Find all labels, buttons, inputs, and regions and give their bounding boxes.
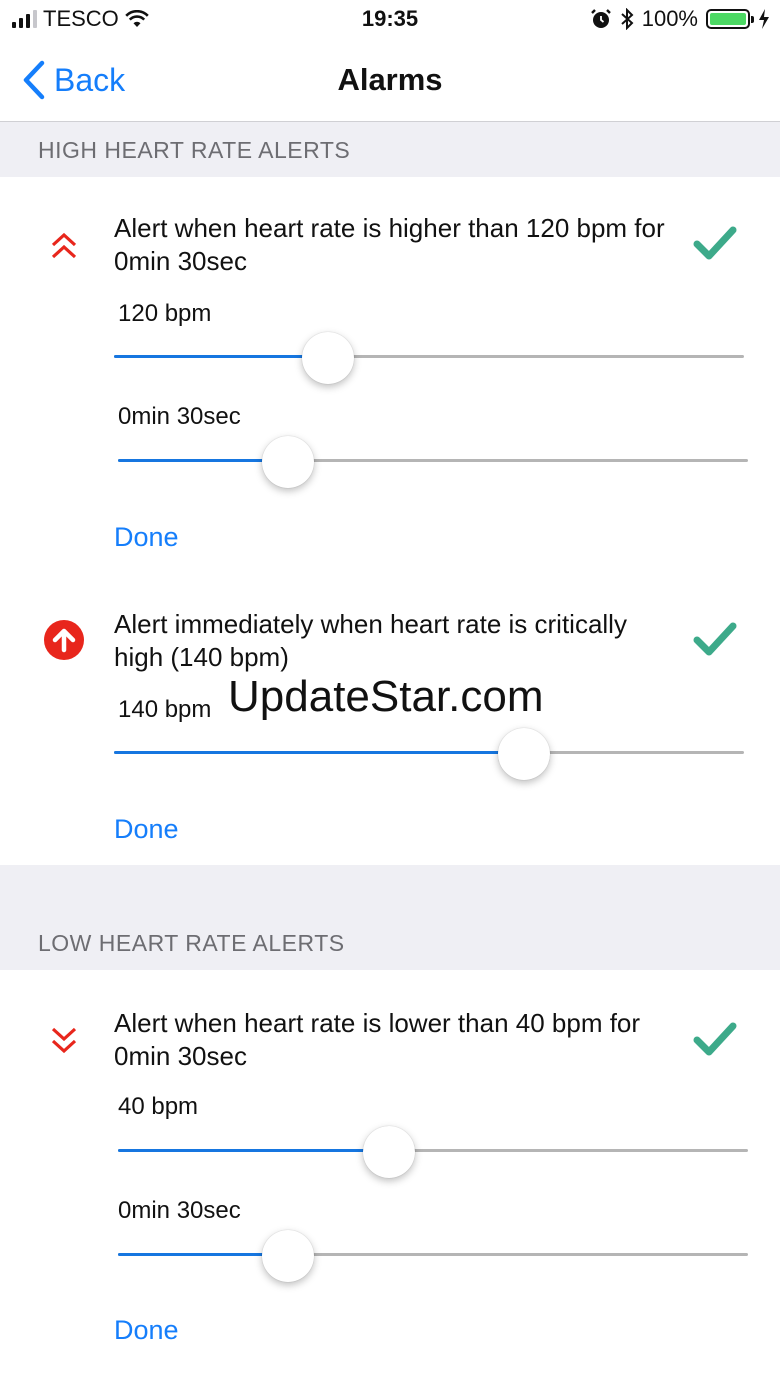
slider-thumb[interactable] (262, 436, 315, 488)
section-header-high: HIGH HEART RATE ALERTS (0, 122, 780, 177)
high-duration-value: 0min 30sec (118, 403, 241, 430)
battery-percent: 100% (641, 6, 698, 31)
low-bpm-slider[interactable] (118, 1121, 748, 1181)
done-button[interactable]: Done (114, 1315, 179, 1346)
high-bpm-value: 120 bpm (118, 300, 212, 327)
nav-bar: Back Alarms (0, 40, 780, 122)
section-header-low: LOW HEART RATE ALERTS (0, 865, 780, 970)
double-chevron-down-icon (42, 1018, 86, 1062)
alarm-clock-icon (590, 9, 611, 28)
low-duration-value: 0min 30sec (118, 1197, 241, 1224)
charging-icon (759, 9, 769, 29)
critical-bpm-value: 140 bpm (118, 696, 212, 723)
arrow-up-circle-icon (42, 618, 86, 662)
critical-alert-description: Alert immediately when heart rate is cri… (114, 609, 627, 672)
slider-thumb[interactable] (497, 728, 550, 780)
checkmark-icon[interactable] (692, 224, 738, 264)
checkmark-icon[interactable] (692, 1020, 738, 1060)
low-bpm-value: 40 bpm (118, 1093, 199, 1120)
bluetooth-icon (621, 8, 634, 30)
high-duration-slider[interactable] (118, 431, 748, 491)
slider-thumb[interactable] (362, 1126, 415, 1178)
page-title: Alarms (337, 62, 443, 97)
high-alert-description: Alert when heart rate is higher than 120… (114, 213, 665, 276)
low-alert-description: Alert when heart rate is lower than 40 b… (114, 1008, 641, 1071)
slider-thumb[interactable] (302, 332, 355, 384)
checkmark-icon[interactable] (692, 620, 738, 660)
high-bpm-slider[interactable] (114, 327, 744, 387)
battery-icon (706, 9, 754, 29)
slider-thumb[interactable] (262, 1230, 315, 1282)
watermark-text: UpdateStar.com (228, 672, 544, 721)
low-duration-slider[interactable] (118, 1225, 748, 1285)
done-button[interactable]: Done (114, 814, 179, 845)
done-button[interactable]: Done (114, 522, 179, 553)
critical-bpm-slider[interactable] (114, 723, 744, 783)
double-chevron-up-icon (42, 224, 86, 268)
status-bar: TESCO 19:35 100% (0, 0, 780, 40)
